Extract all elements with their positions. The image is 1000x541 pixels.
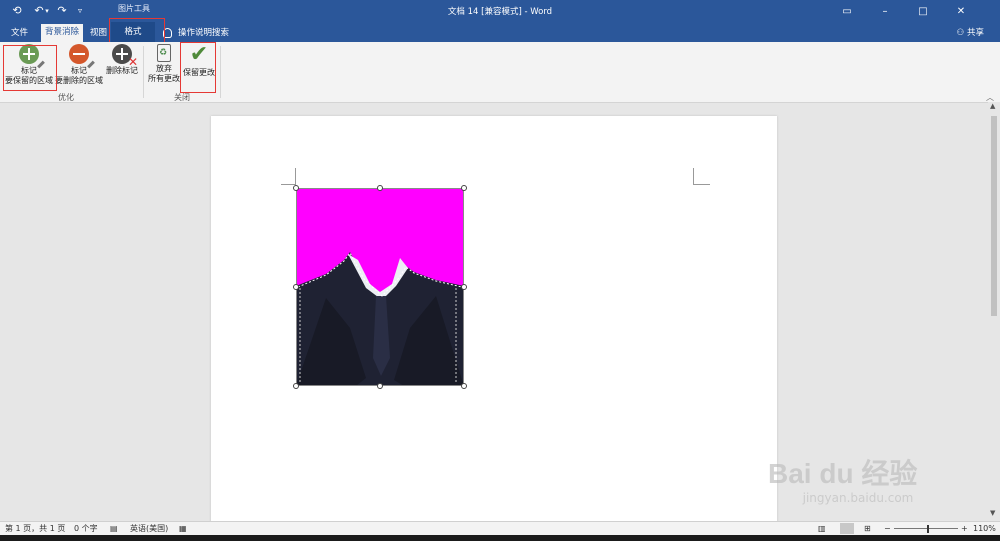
keep-changes-label: 保留更改 — [183, 68, 215, 77]
ribbon-options-icon[interactable]: ▭ — [830, 2, 864, 22]
checkmark-icon: ✔ — [189, 42, 209, 67]
vertical-scrollbar[interactable]: ▲ ▼ — [988, 102, 1000, 522]
mark-remove-line1: 标记 — [71, 66, 87, 75]
tell-me-search[interactable]: 操作说明搜索 — [163, 26, 229, 40]
tab-background-removal[interactable]: 背景消除 — [41, 24, 84, 42]
macro-icon[interactable]: ▦ — [179, 522, 187, 536]
status-bar: 第 1 页，共 1 页 0 个字 ▤ 英语(美国) ▦ ▥ ⊞ − + 110% — [0, 521, 1000, 536]
delete-mark-icon: ✕ — [112, 44, 138, 68]
mark-areas-to-keep-button[interactable]: 标记 要保留的区域 — [2, 44, 56, 86]
taskbar-strip — [0, 535, 1000, 541]
proofing-icon[interactable]: ▤ — [110, 522, 118, 536]
group-close-label: 关闭 — [174, 93, 190, 102]
resize-handle[interactable] — [377, 383, 383, 389]
x-icon: ✕ — [127, 55, 138, 69]
group-refine-label: 优化 — [58, 93, 74, 102]
resize-handle[interactable] — [293, 383, 299, 389]
plus-icon — [19, 44, 45, 69]
zoom-slider-thumb[interactable] — [927, 525, 929, 533]
suit-illustration — [296, 188, 464, 386]
page-count[interactable]: 第 1 页，共 1 页 — [5, 522, 65, 536]
resize-handle[interactable] — [461, 284, 467, 290]
baidu-watermark: Bai du 经验 jingyan.baidu.com — [768, 458, 948, 518]
ribbon: 标记 要保留的区域 标记 要删除的区域 ✕ 删除标记 优化 放弃 所有更改 ✔ … — [0, 42, 1000, 103]
share-label: 共享 — [966, 28, 984, 38]
delete-mark-button[interactable]: ✕ 删除标记 — [104, 44, 140, 76]
person-icon: ⚇ — [956, 28, 967, 38]
mark-keep-line2: 要保留的区域 — [5, 76, 53, 85]
minus-icon — [69, 44, 95, 69]
keep-changes-button[interactable]: ✔ 保留更改 — [182, 44, 216, 78]
language-indicator[interactable]: 英语(美国) — [130, 522, 168, 536]
resize-handle[interactable] — [461, 383, 467, 389]
tab-view[interactable]: 视图 — [86, 26, 111, 40]
scroll-down-icon[interactable]: ▼ — [990, 509, 995, 517]
minimize-icon[interactable]: – — [868, 2, 902, 22]
scroll-thumb[interactable] — [991, 116, 997, 316]
lightbulb-icon — [163, 27, 172, 38]
group-divider — [143, 46, 144, 98]
print-layout-icon[interactable] — [840, 523, 854, 534]
resize-handle[interactable] — [461, 185, 467, 191]
suit-image[interactable] — [296, 188, 464, 386]
resize-handle[interactable] — [377, 185, 383, 191]
discard-line1: 放弃 — [156, 64, 172, 73]
group-divider — [220, 46, 221, 98]
margin-corner-mark — [693, 168, 710, 185]
watermark-brand: Bai du 经验 — [768, 458, 918, 489]
discard-all-changes-button[interactable]: 放弃 所有更改 — [146, 44, 182, 84]
web-layout-icon[interactable]: ⊞ — [864, 522, 871, 536]
maximize-icon[interactable]: □ — [906, 2, 940, 22]
share-button[interactable]: ⚇ 共享 — [957, 26, 984, 38]
recycle-bin-icon — [157, 44, 171, 62]
tab-format[interactable]: 格式 — [111, 22, 155, 42]
scroll-up-icon[interactable]: ▲ — [990, 102, 995, 110]
discard-line2: 所有更改 — [148, 74, 180, 83]
tab-file[interactable]: 文件 — [7, 26, 32, 40]
margin-corner-mark — [281, 168, 296, 185]
close-icon[interactable]: ✕ — [944, 2, 978, 22]
zoom-out-icon[interactable]: − — [884, 522, 891, 536]
resize-handle[interactable] — [293, 284, 299, 290]
mark-remove-line2: 要删除的区域 — [55, 76, 103, 85]
resize-handle[interactable] — [293, 185, 299, 191]
mark-keep-line1: 标记 — [21, 66, 37, 75]
watermark-url: jingyan.baidu.com — [802, 491, 914, 505]
zoom-slider[interactable] — [894, 525, 958, 533]
tell-me-label: 操作说明搜索 — [178, 28, 230, 38]
read-mode-icon[interactable]: ▥ — [818, 522, 826, 536]
title-bar: ⟲ ↶ ▾ ↷ ▿ 图片工具 文档 14 [兼容模式] - Word ▭ – □… — [0, 0, 1000, 42]
zoom-in-icon[interactable]: + — [961, 522, 968, 536]
word-count[interactable]: 0 个字 — [74, 522, 98, 536]
window-controls: ▭ – □ ✕ — [830, 2, 980, 22]
zoom-level[interactable]: 110% — [973, 522, 996, 536]
mark-areas-to-remove-button[interactable]: 标记 要删除的区域 — [54, 44, 104, 86]
